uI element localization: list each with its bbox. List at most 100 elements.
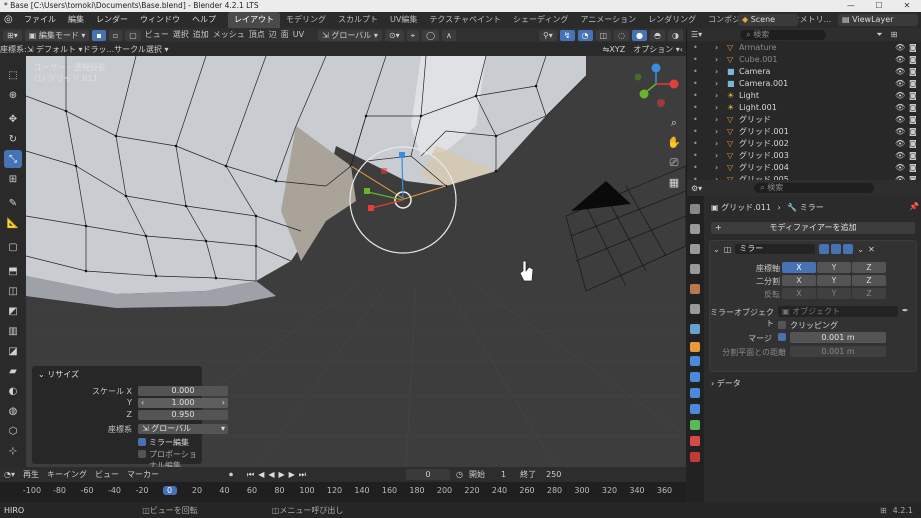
flip-z-toggle[interactable]: Z [852,288,886,299]
outliner-row[interactable]: • › ■ Camera 👁 ◙ [687,66,921,78]
scale-y-field[interactable]: ‹ 1.000 › [138,398,228,408]
bevel-tool-icon[interactable]: ◩ [4,302,22,320]
tab-layout[interactable]: レイアウト [228,12,280,28]
visibility-eye-icon[interactable]: 👁 [895,90,905,102]
tab-shading[interactable]: シェーディング [507,12,574,28]
menu-timeline-view[interactable]: ビュー [95,469,119,480]
minimize-button[interactable]: — [837,0,865,12]
axis-x-toggle[interactable]: X [782,262,816,273]
current-frame-field[interactable]: 0 [406,469,451,480]
visibility-eye-icon[interactable]: 👁 [895,162,905,174]
menu-marker[interactable]: マーカー [127,469,159,480]
visibility-eye-icon[interactable]: 👁 [895,42,905,54]
view-layer-selector[interactable]: ▤ ViewLayer [838,14,918,26]
measure-tool-icon[interactable]: 📐 [4,214,22,232]
visibility-dropdown[interactable]: ⚲▾ [538,29,557,41]
falloff-dropdown[interactable]: ∧ [442,29,456,41]
options-dropdown[interactable]: オプション ▾ [633,44,680,55]
outliner-row[interactable]: • › ▽ Cube.001 👁 ◙ [687,54,921,66]
remove-modifier-icon[interactable]: ✕ [868,245,875,254]
visibility-eye-icon[interactable]: 👁 [895,150,905,162]
properties-search-input[interactable]: ⌕ 検索 [754,183,875,193]
decrement-arrow-icon[interactable]: ‹ [141,398,144,408]
rip-tool-icon[interactable]: ⊹ [4,442,22,460]
expand-chevron-icon[interactable]: › [715,66,718,78]
face-select-button[interactable]: ▢ [125,29,141,41]
visibility-eye-icon[interactable]: 👁 [895,114,905,126]
blender-logo-icon[interactable]: ◎ [4,12,18,28]
mirror-edit-checkbox[interactable] [138,438,146,446]
material-tab-icon[interactable] [690,436,700,446]
render-camera-icon[interactable]: ◙ [909,138,917,150]
menu-help[interactable]: ヘルプ [186,12,222,28]
menu-uv[interactable]: UV [293,28,304,42]
menu-keying[interactable]: キーイング [47,469,87,480]
menu-edit[interactable]: 編集 [62,12,90,28]
outliner-editor-type-icon[interactable]: ☰▾ [691,30,702,39]
loop-cut-tool-icon[interactable]: ▥ [4,322,22,340]
increment-arrow-icon[interactable]: › [222,398,225,408]
tab-rendering[interactable]: レンダリング [642,12,702,28]
visibility-eye-icon[interactable]: 👁 [895,66,905,78]
menu-select[interactable]: 選択 [173,28,189,42]
axis-z-toggle[interactable]: Z [852,262,886,273]
modifier-name-field[interactable]: ミラー [735,244,816,254]
tab-texture-paint[interactable]: テクスチャペイント [423,12,507,28]
pivot-point-dropdown[interactable]: ⊙▾ [384,29,404,41]
outliner-row[interactable]: • › ☀ Light.001 👁 ◙ [687,102,921,114]
shading-rendered[interactable]: ◑ [668,29,683,41]
menu-render[interactable]: レンダー [90,12,134,28]
mesh-object[interactable] [26,56,586,308]
new-collection-icon[interactable]: ⊞ [891,30,898,39]
shrink-tool-icon[interactable]: ⬡ [4,422,22,440]
start-frame-value[interactable]: 1 [501,470,506,479]
inset-tool-icon[interactable]: ◫ [4,282,22,300]
menu-view[interactable]: ビュー [145,28,169,42]
edge-select-button[interactable]: ▫ [108,29,123,41]
mirror-axis-icon[interactable]: ⇋ [603,45,610,54]
perspective-grid-icon[interactable]: ▦ [666,176,682,196]
navigation-gizmo[interactable] [634,63,679,108]
shading-solid[interactable]: ● [632,29,648,41]
add-modifier-button[interactable]: + モディファイアーを追加 [711,222,915,234]
shading-material[interactable]: ◓ [650,29,666,41]
outliner-row[interactable]: • › ▽ グリッド.002 👁 ◙ [687,138,921,150]
knife-tool-icon[interactable]: ◪ [4,342,22,360]
world-tab-icon[interactable] [690,304,700,314]
data-tab-icon[interactable] [690,420,700,430]
redo-panel-header[interactable]: ⌄ リサイズ [38,369,79,380]
outliner-row[interactable]: • › ▽ グリッド.003 👁 ◙ [687,150,921,162]
pan-hand-icon[interactable]: ✋ [666,136,682,156]
menu-edge[interactable]: 辺 [269,28,277,42]
menu-window[interactable]: ウィンドウ [134,12,186,28]
proportional-edit-toggle[interactable]: ◯ [422,29,440,41]
flip-y-toggle[interactable]: Y [817,288,851,299]
shading-wireframe[interactable]: ◌ [614,29,630,41]
edit-mode-toggle[interactable] [819,244,830,254]
add-cube-tool-icon[interactable]: ▢ [4,238,22,256]
outliner-row[interactable]: • › ☀ Light 👁 ◙ [687,90,921,102]
tab-modeling[interactable]: モデリング [280,12,332,28]
playback-controls[interactable]: ⏮◀◀▶▶⏭ [247,470,310,480]
expand-chevron-icon[interactable]: › [715,126,718,138]
playhead-frame-indicator[interactable]: 0 [162,486,177,495]
transform-tool-icon[interactable]: ⊞ [4,170,22,188]
visibility-eye-icon[interactable]: 👁 [895,126,905,138]
mirror-object-field[interactable]: ▣ オブジェクト [778,306,898,317]
render-tab-icon[interactable] [690,224,700,234]
modifier-tab-icon[interactable] [690,356,700,366]
scale-x-field[interactable]: 0.000 [138,386,228,396]
close-button[interactable]: ✕ [893,0,921,12]
mode-selector[interactable]: ▣ 編集モード ▾ [24,29,90,41]
render-camera-icon[interactable]: ◙ [909,90,917,102]
maximize-button[interactable]: ☐ [865,0,893,12]
render-toggle[interactable] [843,244,854,254]
coordinate-dropdown[interactable]: ⇲ デフォルト ▾ [27,44,83,55]
menu-face[interactable]: 面 [281,28,289,42]
outliner-row[interactable]: • › ▽ グリッド 👁 ◙ [687,114,921,126]
camera-view-icon[interactable]: ⎚ [666,156,682,176]
collection-tab-icon[interactable] [690,324,700,334]
outliner-row[interactable]: • › ▽ グリッド.004 👁 ◙ [687,162,921,174]
menu-mesh[interactable]: メッシュ [213,28,245,42]
visibility-eye-icon[interactable]: 👁 [895,78,905,90]
